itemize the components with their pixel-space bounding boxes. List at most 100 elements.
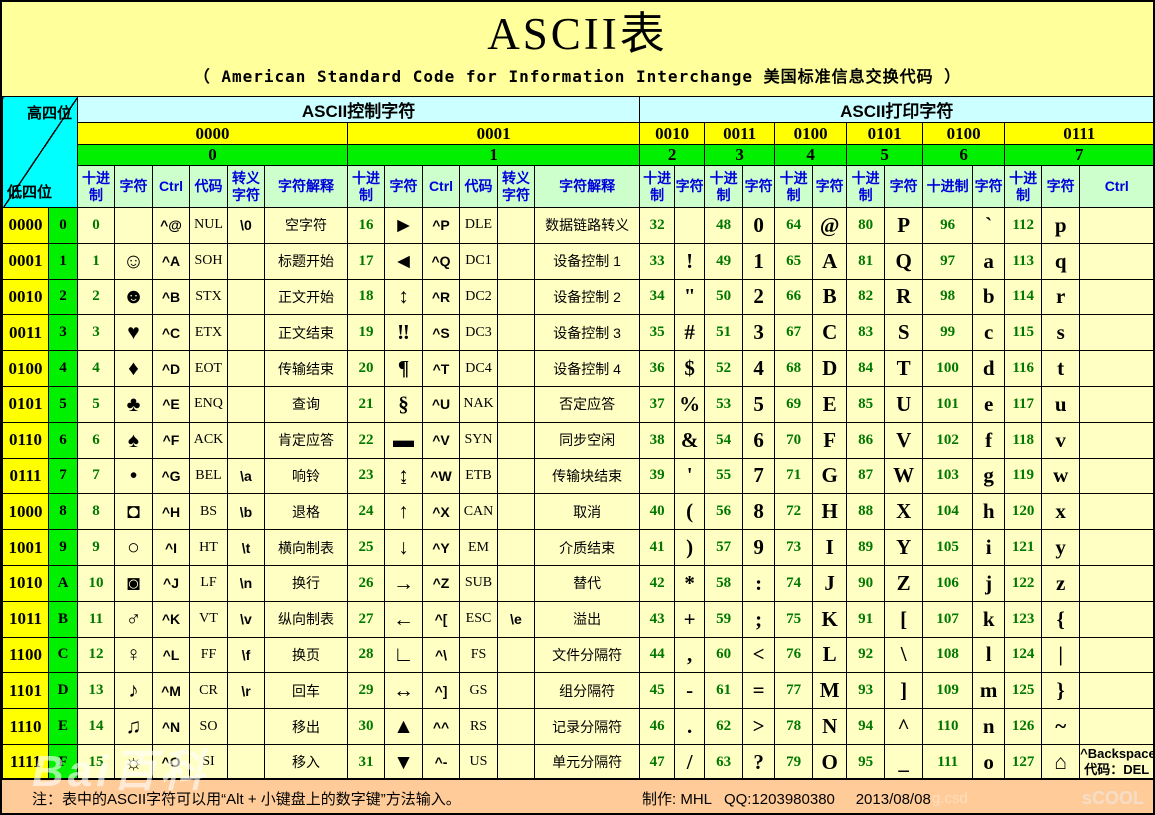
footer-note-bar: 注：表中的ASCII字符可以用“Alt + 小键盘上的数字键”方法输入。 制作:… bbox=[2, 778, 1153, 813]
cell-decimal: 11 bbox=[77, 600, 115, 638]
cell-explanation: 取消 bbox=[533, 493, 641, 531]
cell-char: $ bbox=[674, 350, 706, 387]
cell-ctrl: ^T bbox=[422, 350, 460, 387]
cell-ctrl: ^\ bbox=[422, 636, 460, 674]
cell-low-bits-hex: 5 bbox=[48, 385, 78, 423]
cell-char: o bbox=[972, 743, 1006, 781]
cell-decimal: 17 bbox=[347, 242, 385, 280]
cell-decimal: 91 bbox=[846, 600, 886, 638]
cell-decimal: 120 bbox=[1004, 493, 1043, 531]
cell-escape bbox=[497, 350, 535, 387]
cell-decimal: 19 bbox=[347, 314, 385, 352]
cell-char: T bbox=[884, 350, 924, 387]
cell-decimal: 80 bbox=[846, 207, 886, 244]
cell-decimal: 30 bbox=[347, 708, 385, 745]
cell-code: ETX bbox=[189, 314, 228, 352]
cell-char: A bbox=[812, 242, 848, 280]
cell-char: b bbox=[972, 278, 1006, 316]
cell-char: W bbox=[884, 457, 924, 495]
cell-char: O bbox=[812, 743, 848, 781]
high-bits-label: 高四位 bbox=[26, 105, 72, 122]
cell-ctrl: ^O bbox=[152, 743, 190, 781]
cell-char: _ bbox=[884, 743, 924, 781]
cell-decimal: 71 bbox=[774, 457, 814, 495]
cell-char: 2 bbox=[742, 278, 776, 316]
cell-char: a bbox=[972, 242, 1006, 280]
cell-decimal: 25 bbox=[347, 529, 385, 566]
cell-code: VT bbox=[189, 600, 228, 638]
ascii-table-body: 0000 0 0 ^@ NUL \0 空字符 16 ► ^P DLE 数据链路转义 32 48 0 64 @80… bbox=[2, 207, 1153, 781]
cell-char: E bbox=[812, 385, 848, 423]
high-bits-binary: 0101 bbox=[846, 122, 924, 145]
cell-char: 9 bbox=[742, 529, 776, 566]
cell-explanation: 溢出 bbox=[533, 600, 641, 638]
cell-decimal: 76 bbox=[774, 636, 814, 674]
cell-ctrl: ^^ bbox=[422, 708, 460, 745]
cell-code: NUL bbox=[189, 207, 228, 244]
table-row: 0101 5 5 ♣ ^E ENQ 查询 21 § ^U NAK 否定应答 37% 53 5 69 E 85 U 10… bbox=[2, 385, 1153, 423]
cell-decimal: 100 bbox=[922, 350, 974, 387]
cell-decimal: 29 bbox=[347, 672, 385, 710]
cell-decimal: 35 bbox=[639, 314, 676, 352]
cell-decimal: 14 bbox=[77, 708, 115, 745]
cell-decimal: 36 bbox=[639, 350, 676, 387]
cell-decimal: 85 bbox=[846, 385, 886, 423]
cell-decimal: 23 bbox=[347, 457, 385, 495]
cell-char: ♫ bbox=[114, 708, 153, 745]
cell-char: ; bbox=[742, 600, 776, 638]
cell-code: EOT bbox=[189, 350, 228, 387]
cell-char: ☻ bbox=[114, 278, 153, 316]
cell-ctrl-last bbox=[1079, 564, 1153, 602]
cell-ctrl: ^Q bbox=[422, 242, 460, 280]
cell-code: CAN bbox=[459, 493, 498, 531]
cell-escape bbox=[497, 207, 535, 244]
cell-decimal: 87 bbox=[846, 457, 886, 495]
cell-explanation: 传输结束 bbox=[264, 350, 348, 387]
cell-ctrl: ^A bbox=[152, 242, 190, 280]
cell-low-bits-hex: 4 bbox=[48, 350, 78, 387]
table-row: 0000 0 0 ^@ NUL \0 空字符 16 ► ^P DLE 数据链路转义 32 48 0 64 @80… bbox=[2, 207, 1153, 244]
cell-low-bits-hex: 1 bbox=[48, 242, 78, 280]
cell-decimal: 94 bbox=[846, 708, 886, 745]
cell-ctrl-last bbox=[1079, 421, 1153, 459]
cell-explanation: 记录分隔符 bbox=[533, 708, 641, 745]
col-header-char: 字符 bbox=[384, 165, 423, 208]
cell-ctrl-last bbox=[1079, 385, 1153, 423]
cell-char: P bbox=[884, 207, 924, 244]
cell-char: # bbox=[674, 314, 706, 352]
cell-char: U bbox=[884, 385, 924, 423]
cell-ctrl-last bbox=[1079, 636, 1153, 674]
cell-low-bits-hex: 7 bbox=[48, 457, 78, 495]
cell-decimal: 60 bbox=[704, 636, 744, 674]
cell-decimal: 41 bbox=[639, 529, 676, 566]
cell-decimal: 50 bbox=[704, 278, 744, 316]
cell-decimal: 93 bbox=[846, 672, 886, 710]
cell-explanation: 肯定应答 bbox=[264, 421, 348, 459]
cell-decimal: 18 bbox=[347, 278, 385, 316]
col-header-char: 字符 bbox=[742, 165, 776, 208]
cell-char: ¶ bbox=[384, 350, 423, 387]
cell-decimal: 27 bbox=[347, 600, 385, 638]
col-header-explanation: 字符解释 bbox=[533, 165, 641, 208]
cell-code: ESC bbox=[459, 600, 498, 638]
cell-decimal: 74 bbox=[774, 564, 814, 602]
cell-char: s bbox=[1041, 314, 1081, 352]
page-subtitle: （ American Standard Code for Information… bbox=[193, 66, 962, 86]
cell-ctrl: ^P bbox=[422, 207, 460, 244]
cell-decimal: 109 bbox=[922, 672, 974, 710]
cell-char: = bbox=[742, 672, 776, 710]
cell-char: ` bbox=[972, 207, 1006, 244]
cell-low-bits-hex: 8 bbox=[48, 493, 78, 531]
cell-ctrl: ^L bbox=[152, 636, 190, 674]
cell-char: F bbox=[812, 421, 848, 459]
cell-decimal: 117 bbox=[1004, 385, 1043, 423]
cell-char: ♂ bbox=[114, 600, 153, 638]
cell-low-bits-binary: 1001 bbox=[2, 529, 49, 566]
cell-char: + bbox=[674, 600, 706, 638]
cell-explanation: 组分隔符 bbox=[533, 672, 641, 710]
cell-decimal: 6 bbox=[77, 421, 115, 459]
cell-low-bits-hex: 9 bbox=[48, 529, 78, 566]
cell-decimal: 7 bbox=[77, 457, 115, 495]
high-bits-binary: 0010 bbox=[639, 122, 706, 145]
cell-char: { bbox=[1041, 600, 1081, 638]
